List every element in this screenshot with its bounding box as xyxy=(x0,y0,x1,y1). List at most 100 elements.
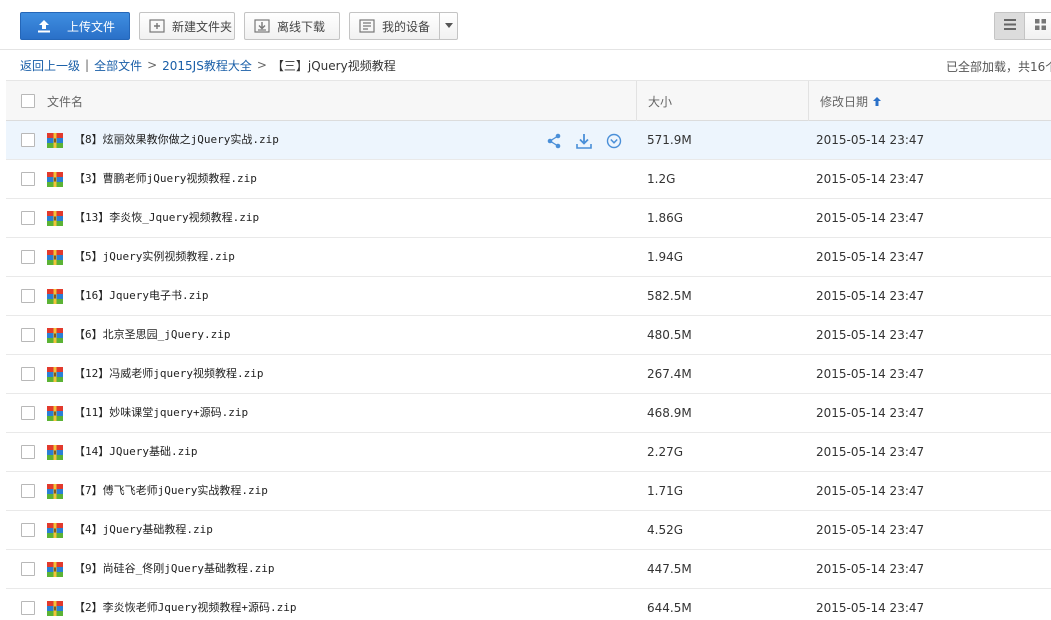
list-view-button[interactable] xyxy=(995,13,1026,39)
file-name[interactable]: 【11】妙味课堂jquery+源码.zip xyxy=(74,394,248,432)
column-date-header[interactable]: 修改日期 xyxy=(820,81,882,121)
view-toggle xyxy=(994,12,1051,40)
file-size: 4.52G xyxy=(647,523,684,537)
share-icon[interactable] xyxy=(544,131,564,151)
chevron-down-icon[interactable] xyxy=(439,13,457,39)
file-name[interactable]: 【8】炫丽效果教你做之jQuery实战.zip xyxy=(74,121,279,159)
zip-file-icon xyxy=(47,562,63,577)
file-name[interactable]: 【14】JQuery基础.zip xyxy=(74,433,197,471)
table-row[interactable]: 【11】妙味课堂jquery+源码.zip 468.9M 2015-05-14 23… xyxy=(6,394,1051,433)
file-name[interactable]: 【16】Jquery电子书.zip xyxy=(74,277,208,315)
select-all-checkbox[interactable] xyxy=(21,94,35,108)
table-row[interactable]: 【8】炫丽效果教你做之jQuery实战.zip 571.9M 2015-05-14 … xyxy=(6,121,1051,160)
zip-file-icon xyxy=(47,445,63,460)
zip-file-icon xyxy=(47,250,63,265)
file-modified-date: 2015-05-14 23:47 xyxy=(816,445,925,459)
row-checkbox[interactable] xyxy=(21,601,35,615)
folder-link[interactable]: 2015JS教程大全 xyxy=(162,57,252,74)
table-row[interactable]: 【5】jQuery实例视频教程.zip 1.94G 2015-05-14 23:47 xyxy=(6,238,1051,277)
file-name[interactable]: 【13】李炎恢_Jquery视频教程.zip xyxy=(74,199,259,237)
row-checkbox[interactable] xyxy=(21,367,35,381)
breadcrumb-separator: > xyxy=(256,58,267,72)
back-link[interactable]: 返回上一级 xyxy=(20,57,80,74)
row-checkbox[interactable] xyxy=(21,406,35,420)
row-checkbox[interactable] xyxy=(21,250,35,264)
column-size-label: 大小 xyxy=(648,94,673,109)
table-row[interactable]: 【13】李炎恢_Jquery视频教程.zip 1.86G 2015-05-14 23… xyxy=(6,199,1051,238)
column-date-label: 修改日期 xyxy=(820,94,869,109)
list-view-icon xyxy=(1003,19,1016,33)
zip-file-icon xyxy=(47,523,63,538)
column-divider xyxy=(636,81,637,121)
file-name[interactable]: 【2】李炎恢老师Jquery视频教程+源码.zip xyxy=(74,589,296,620)
zip-file-icon xyxy=(47,172,63,187)
upload-button[interactable]: 上传文件 xyxy=(20,12,130,40)
table-row[interactable]: 【16】Jquery电子书.zip 582.5M 2015-05-14 23:47 xyxy=(6,277,1051,316)
file-size: 644.5M xyxy=(647,601,692,615)
table-row[interactable]: 【2】李炎恢老师Jquery视频教程+源码.zip 644.5M 2015-05-1… xyxy=(6,589,1051,620)
file-size: 1.2G xyxy=(647,172,676,186)
row-checkbox[interactable] xyxy=(21,445,35,459)
zip-file-icon xyxy=(47,601,63,616)
file-name[interactable]: 【9】尚硅谷_佟刚jQuery基础教程.zip xyxy=(74,550,274,588)
file-name[interactable]: 【6】北京圣思园_jQuery.zip xyxy=(74,316,230,354)
file-modified-date: 2015-05-14 23:47 xyxy=(816,406,925,420)
column-divider xyxy=(808,81,809,121)
file-name[interactable]: 【5】jQuery实例视频教程.zip xyxy=(74,238,235,276)
table-row[interactable]: 【4】jQuery基础教程.zip 4.52G 2015-05-14 23:47 xyxy=(6,511,1051,550)
table-row[interactable]: 【3】曹鹏老师jQuery视频教程.zip 1.2G 2015-05-14 23:4… xyxy=(6,160,1051,199)
zip-file-icon xyxy=(47,133,63,148)
file-name[interactable]: 【4】jQuery基础教程.zip xyxy=(74,511,213,549)
row-checkbox[interactable] xyxy=(21,562,35,576)
file-modified-date: 2015-05-14 23:47 xyxy=(816,172,925,186)
file-name[interactable]: 【3】曹鹏老师jQuery视频教程.zip xyxy=(74,160,257,198)
row-checkbox[interactable] xyxy=(21,289,35,303)
sort-ascending-icon xyxy=(873,96,882,106)
table-row[interactable]: 【12】冯威老师jquery视频教程.zip 267.4M 2015-05-14 2… xyxy=(6,355,1051,394)
table-row[interactable]: 【14】JQuery基础.zip 2.27G 2015-05-14 23:47 xyxy=(6,433,1051,472)
file-modified-date: 2015-05-14 23:47 xyxy=(816,484,925,498)
row-checkbox[interactable] xyxy=(21,484,35,498)
row-checkbox[interactable] xyxy=(21,172,35,186)
current-folder: 【三】jQuery视频教程 xyxy=(271,58,396,73)
breadcrumb: 返回上一级 | 全部文件 > 2015JS教程大全 > 【三】jQuery视频教… xyxy=(0,50,1051,80)
breadcrumb-separator: | xyxy=(85,58,90,72)
file-name[interactable]: 【12】冯威老师jquery视频教程.zip xyxy=(74,355,263,393)
row-checkbox[interactable] xyxy=(21,133,35,147)
my-device-label: 我的设备 xyxy=(382,19,431,34)
file-modified-date: 2015-05-14 23:47 xyxy=(816,211,925,225)
row-checkbox[interactable] xyxy=(21,523,35,537)
all-files-link[interactable]: 全部文件 xyxy=(94,57,142,74)
table-row[interactable]: 【7】傅飞飞老师jQuery实战教程.zip 1.71G 2015-05-14 23… xyxy=(6,472,1051,511)
column-size-header[interactable]: 大小 xyxy=(648,81,672,121)
table-row[interactable]: 【9】尚硅谷_佟刚jQuery基础教程.zip 447.5M 2015-05-14 … xyxy=(6,550,1051,589)
download-icon[interactable] xyxy=(574,131,594,151)
grid-view-button[interactable] xyxy=(1025,13,1051,39)
offline-download-label: 离线下载 xyxy=(277,19,326,34)
upload-label: 上传文件 xyxy=(67,19,116,34)
new-folder-button[interactable]: 新建文件夹 xyxy=(139,12,235,40)
file-list: 【8】炫丽效果教你做之jQuery实战.zip 571.9M 2015-05-14 … xyxy=(6,121,1051,620)
offline-download-button[interactable]: 离线下载 xyxy=(244,12,340,40)
zip-file-icon xyxy=(47,406,63,421)
file-size: 468.9M xyxy=(647,406,692,420)
zip-file-icon xyxy=(47,328,63,343)
row-checkbox[interactable] xyxy=(21,211,35,225)
file-size: 480.5M xyxy=(647,328,692,342)
column-name-header[interactable]: 文件名 xyxy=(47,81,83,121)
file-modified-date: 2015-05-14 23:47 xyxy=(816,328,925,342)
file-modified-date: 2015-05-14 23:47 xyxy=(816,250,925,264)
file-size: 447.5M xyxy=(647,562,692,576)
toolbar: 上传文件 新建文件夹 离线下载 我的设备 xyxy=(0,0,1051,50)
more-icon[interactable] xyxy=(604,131,624,151)
zip-file-icon xyxy=(47,211,63,226)
zip-file-icon xyxy=(47,289,63,304)
table-header: 文件名 大小 修改日期 xyxy=(6,80,1051,121)
my-device-button[interactable]: 我的设备 xyxy=(349,12,458,40)
file-size: 1.71G xyxy=(647,484,684,498)
row-checkbox[interactable] xyxy=(21,328,35,342)
file-name[interactable]: 【7】傅飞飞老师jQuery实战教程.zip xyxy=(74,472,268,510)
table-row[interactable]: 【6】北京圣思园_jQuery.zip 480.5M 2015-05-14 23:4… xyxy=(6,316,1051,355)
file-size: 2.27G xyxy=(647,445,684,459)
file-size: 571.9M xyxy=(647,133,692,147)
